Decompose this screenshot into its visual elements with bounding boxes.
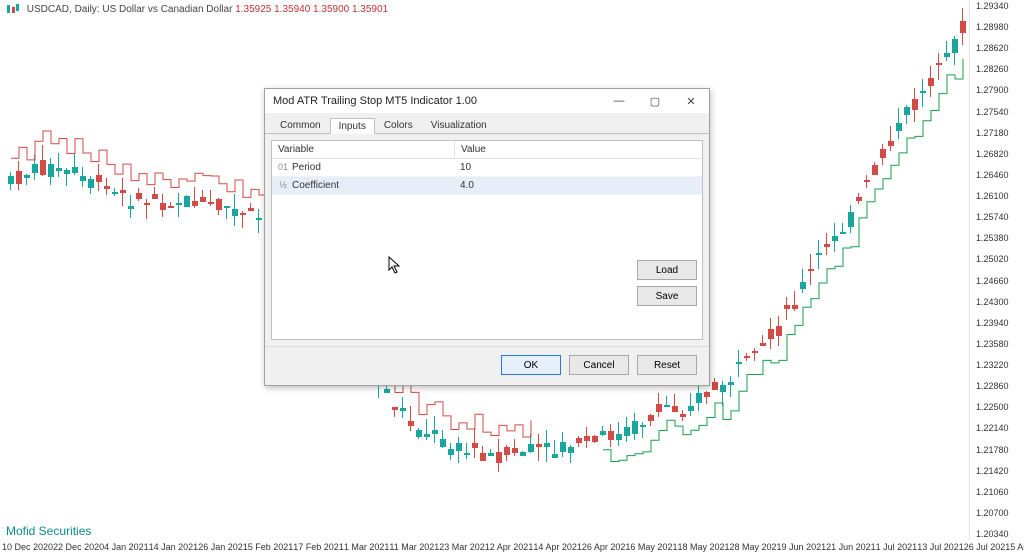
price-tick: 1.21780 [976,445,1009,455]
date-tick: 11 Mar 2021 [389,542,439,552]
price-tick: 1.20340 [976,529,1009,539]
date-tick: 2 Apr 2021 [490,542,534,552]
maximize-button[interactable]: ▢ [637,89,673,113]
date-tick: 1 Jul 2021 [876,542,918,552]
price-tick: 1.20700 [976,508,1009,518]
tab-common[interactable]: Common [271,117,330,133]
param-row-coefficient[interactable]: ½Coefficient 4.0 [272,177,702,195]
price-tick: 1.25740 [976,212,1009,222]
dialog-tabs: Common Inputs Colors Visualization [265,113,709,134]
price-tick: 1.23580 [976,339,1009,349]
inputs-table-header: Variable Value [272,141,702,159]
date-tick: 5 Feb 2021 [248,542,294,552]
tab-colors[interactable]: Colors [375,117,422,133]
param-row-period[interactable]: 01Period 10 [272,159,702,177]
dialog-title-text: Mod ATR Trailing Stop MT5 Indicator 1.00 [273,95,477,107]
price-tick: 1.28980 [976,22,1009,32]
price-tick: 1.22500 [976,402,1009,412]
broker-label: Mofid Securities [6,524,91,538]
price-tick: 1.21420 [976,466,1009,476]
indicator-properties-dialog[interactable]: Mod ATR Trailing Stop MT5 Indicator 1.00… [264,88,710,386]
date-tick: 13 Jul 2021 [917,542,964,552]
minimize-button[interactable]: ― [601,89,637,113]
price-tick: 1.23940 [976,318,1009,328]
price-tick: 1.27540 [976,107,1009,117]
date-tick: 23 Mar 2021 [439,542,490,552]
price-tick: 1.27180 [976,128,1009,138]
load-button[interactable]: Load [637,260,697,280]
date-tick: 5 Aug 2021 [1010,542,1024,552]
date-tick: 14 Jan 2021 [149,542,199,552]
reset-button[interactable]: Reset [637,355,697,375]
close-button[interactable]: ✕ [673,89,709,113]
price-tick: 1.26100 [976,191,1009,201]
price-tick: 1.25020 [976,254,1009,264]
save-button[interactable]: Save [637,286,697,306]
price-tick: 1.28620 [976,43,1009,53]
date-tick: 21 Jun 2021 [826,542,876,552]
date-tick: 26 Apr 2021 [582,542,631,552]
inputs-table[interactable]: Variable Value 01Period 10 ½Coefficient … [271,140,703,340]
price-tick: 1.27900 [976,85,1009,95]
tab-visualization[interactable]: Visualization [422,117,496,133]
date-tick: 26 Jul 2021 [964,542,1011,552]
tab-inputs[interactable]: Inputs [330,118,375,134]
ok-button[interactable]: OK [501,355,561,375]
double-icon: ½ [278,180,288,190]
price-tick: 1.26820 [976,149,1009,159]
price-tick: 1.25380 [976,233,1009,243]
date-tick: 9 Jun 2021 [782,542,827,552]
price-axis: 1.29340 1.28980 1.28620 1.28260 1.27900 1.275… [969,0,1024,540]
price-tick: 1.22860 [976,381,1009,391]
price-tick: 1.24300 [976,297,1009,307]
price-tick: 1.21060 [976,487,1009,497]
date-tick: 14 Apr 2021 [533,542,582,552]
int-icon: 01 [278,162,288,172]
date-tick: 6 May 2021 [630,542,677,552]
date-tick: 17 Feb 2021 [293,542,344,552]
dialog-title-bar[interactable]: Mod ATR Trailing Stop MT5 Indicator 1.00… [265,89,709,113]
date-tick: 22 Dec 2020 [53,542,104,552]
date-tick: 28 May 2021 [730,542,782,552]
date-tick: 18 May 2021 [677,542,729,552]
price-tick: 1.28260 [976,64,1009,74]
price-tick: 1.26460 [976,170,1009,180]
date-axis: 10 Dec 202022 Dec 20204 Jan 202114 Jan 2… [0,540,970,554]
price-tick: 1.22140 [976,423,1009,433]
price-tick: 1.23220 [976,360,1009,370]
cancel-button[interactable]: Cancel [569,355,629,375]
price-tick: 1.29340 [976,1,1009,11]
date-tick: 10 Dec 2020 [2,542,53,552]
date-tick: 1 Mar 2021 [344,542,390,552]
date-tick: 26 Jan 2021 [198,542,248,552]
price-tick: 1.24660 [976,276,1009,286]
date-tick: 4 Jan 2021 [104,542,149,552]
